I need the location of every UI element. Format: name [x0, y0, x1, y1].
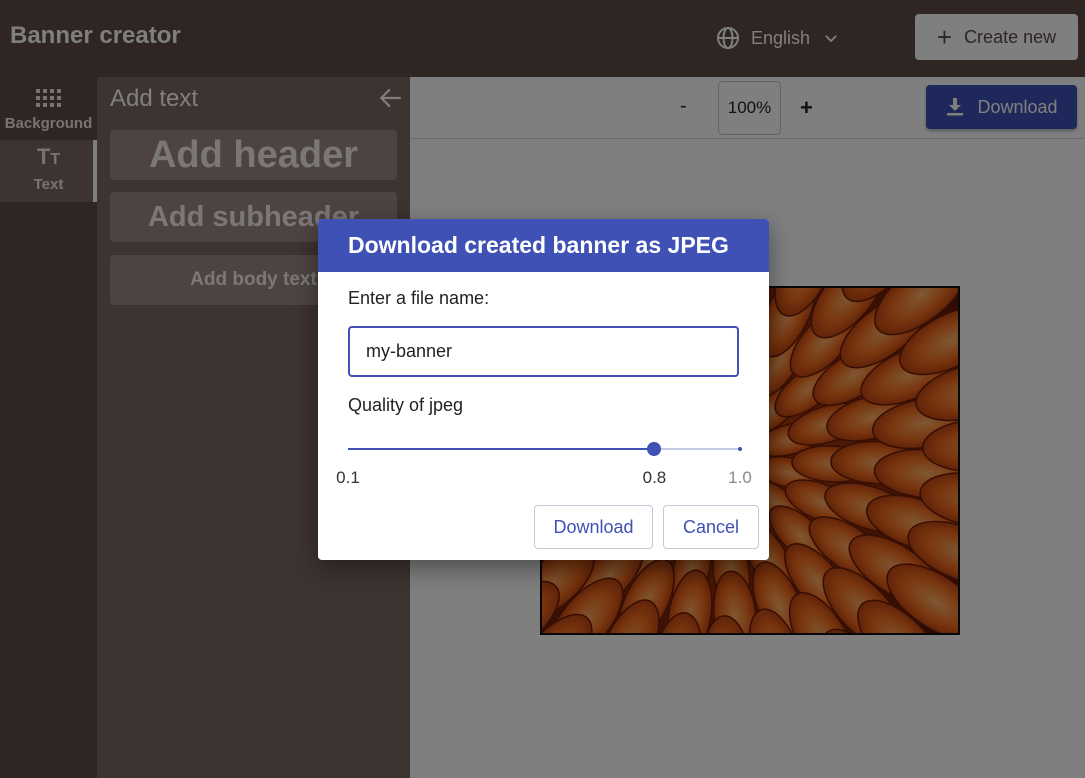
dialog-title: Download created banner as JPEG	[348, 232, 729, 258]
slider-fill	[348, 448, 655, 450]
slider-min-label: 0.1	[336, 468, 360, 487]
download-dialog: Download created banner as JPEG Enter a …	[318, 219, 769, 560]
file-name-input[interactable]	[348, 326, 739, 377]
quality-label: Quality of jpeg	[348, 395, 464, 415]
slider-max-label: 1.0	[728, 468, 752, 487]
slider-thumb[interactable]	[647, 442, 662, 456]
file-name-label: Enter a file name:	[348, 288, 490, 308]
dialog-download-button[interactable]: Download	[534, 505, 653, 549]
slider-value-label: 0.8	[642, 468, 667, 487]
quality-slider[interactable]	[348, 439, 742, 459]
dialog-cancel-button[interactable]: Cancel	[663, 505, 759, 549]
dialog-header: Download created banner as JPEG	[318, 219, 769, 272]
slider-end-dot	[738, 447, 742, 451]
